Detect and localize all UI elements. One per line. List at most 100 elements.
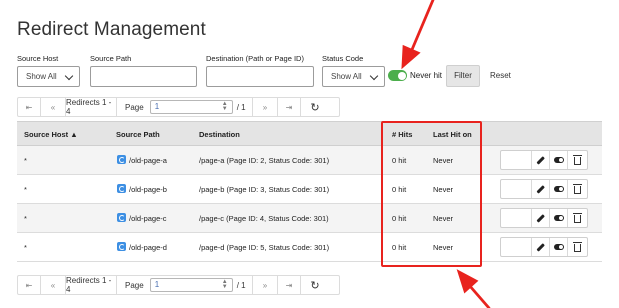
bottom-arrow-line bbox=[467, 283, 491, 308]
row-actions bbox=[500, 150, 588, 170]
toggle-icon bbox=[553, 244, 564, 250]
col-source-host[interactable]: Source Host ▲ bbox=[24, 130, 78, 139]
page-count: / 1 bbox=[236, 102, 246, 112]
pencil-icon bbox=[536, 213, 545, 223]
delete-button[interactable] bbox=[568, 180, 587, 198]
chevron-down-icon bbox=[369, 71, 379, 81]
delete-button[interactable] bbox=[568, 209, 587, 227]
first-page-button[interactable]: ⇤ bbox=[18, 98, 41, 116]
highlight-box bbox=[381, 121, 482, 267]
edit-button[interactable] bbox=[532, 151, 550, 169]
spinner-icon[interactable]: ▲ ▼ bbox=[222, 279, 228, 290]
edit-button[interactable] bbox=[532, 238, 550, 256]
pencil-icon bbox=[536, 184, 545, 194]
toggle-icon bbox=[553, 186, 564, 192]
pager-info: Redirects 1 - 4 bbox=[66, 276, 117, 294]
toggle-active-button[interactable] bbox=[550, 151, 568, 169]
trash-icon bbox=[573, 242, 582, 252]
cell-source-host: * bbox=[24, 243, 27, 252]
last-page-button[interactable]: ⇥ bbox=[278, 276, 301, 294]
status-code-label: Status Code bbox=[322, 54, 364, 63]
prev-page-button[interactable]: « bbox=[41, 276, 66, 294]
top-arrow-head-icon bbox=[401, 44, 421, 70]
col-source-path[interactable]: Source Path bbox=[116, 130, 160, 139]
row-actions bbox=[500, 237, 588, 257]
first-page-button[interactable]: ⇤ bbox=[18, 276, 41, 294]
page-number-value: 1 bbox=[154, 280, 160, 289]
row-actions bbox=[500, 179, 588, 199]
refresh-icon[interactable]: ↻ bbox=[301, 276, 329, 294]
action-spacer bbox=[501, 209, 532, 227]
filter-button[interactable]: Filter bbox=[446, 65, 480, 87]
toggle-active-button[interactable] bbox=[550, 180, 568, 198]
trash-icon bbox=[573, 155, 582, 165]
source-path-label: Source Path bbox=[90, 54, 132, 63]
redirects-table: Source Host ▲ Source Path Destination # … bbox=[17, 121, 602, 262]
row-actions bbox=[500, 208, 588, 228]
action-spacer bbox=[501, 180, 532, 198]
cell-source-host: * bbox=[24, 156, 27, 165]
pencil-icon bbox=[536, 155, 545, 165]
table-row: * /old-page-c /page-c (Page ID: 4, Statu… bbox=[17, 204, 602, 233]
toggle-active-button[interactable] bbox=[550, 238, 568, 256]
page-selector: Page 1 ▲ ▼ / 1 bbox=[117, 98, 253, 116]
cell-source-path: /old-page-b bbox=[129, 185, 167, 194]
next-page-button[interactable]: » bbox=[253, 276, 278, 294]
page-label: Page bbox=[125, 102, 144, 112]
link-icon[interactable] bbox=[117, 213, 126, 222]
last-page-button[interactable]: ⇥ bbox=[278, 98, 301, 116]
cell-destination: /page-c (Page ID: 4, Status Code: 301) bbox=[199, 214, 329, 223]
toggle-knob bbox=[397, 71, 406, 80]
table-row: * /old-page-d /page-d (Page ID: 5, Statu… bbox=[17, 233, 602, 262]
cell-destination: /page-d (Page ID: 5, Status Code: 301) bbox=[199, 243, 330, 252]
spinner-icon[interactable]: ▲ ▼ bbox=[222, 101, 228, 112]
page-number-input[interactable]: 1 ▲ ▼ bbox=[149, 278, 233, 292]
cell-source-path: /old-page-c bbox=[129, 214, 167, 223]
status-code-select-value: Show All bbox=[331, 72, 362, 81]
never-hit-label: Never hit bbox=[410, 71, 443, 80]
delete-button[interactable] bbox=[568, 238, 587, 256]
cell-source-host: * bbox=[24, 214, 27, 223]
page-number-input[interactable]: 1 ▲ ▼ bbox=[149, 100, 233, 114]
table-header: Source Host ▲ Source Path Destination # … bbox=[17, 121, 602, 146]
toggle-active-button[interactable] bbox=[550, 209, 568, 227]
cell-destination: /page-a (Page ID: 2, Status Code: 301) bbox=[199, 156, 330, 165]
page-label: Page bbox=[125, 280, 144, 290]
source-host-select[interactable]: Show All bbox=[17, 66, 80, 87]
refresh-icon[interactable]: ↻ bbox=[301, 98, 329, 116]
page-count: / 1 bbox=[236, 280, 246, 290]
toggle-icon bbox=[553, 215, 564, 221]
source-host-label: Source Host bbox=[17, 54, 59, 63]
source-host-select-value: Show All bbox=[26, 72, 57, 81]
pager-top: ⇤ « Redirects 1 - 4 Page 1 ▲ ▼ / 1 » ⇥ ↻ bbox=[17, 97, 340, 117]
page-selector: Page 1 ▲ ▼ / 1 bbox=[117, 276, 253, 294]
prev-page-button[interactable]: « bbox=[41, 98, 66, 116]
table-row: * /old-page-b /page-b (Page ID: 3, Statu… bbox=[17, 175, 602, 204]
cell-source-path: /old-page-a bbox=[129, 156, 167, 165]
edit-button[interactable] bbox=[532, 180, 550, 198]
destination-input[interactable] bbox=[206, 66, 314, 87]
reset-button[interactable]: Reset bbox=[490, 71, 511, 80]
trash-icon bbox=[573, 213, 582, 223]
cell-source-host: * bbox=[24, 185, 27, 194]
delete-button[interactable] bbox=[568, 151, 587, 169]
link-icon[interactable] bbox=[117, 184, 126, 193]
cell-source-path: /old-page-d bbox=[129, 243, 167, 252]
top-arrow-line bbox=[409, 0, 435, 54]
chevron-down-icon bbox=[64, 71, 74, 81]
edit-button[interactable] bbox=[532, 209, 550, 227]
status-code-select[interactable]: Show All bbox=[322, 66, 385, 87]
never-hit-toggle[interactable] bbox=[388, 70, 407, 81]
action-spacer bbox=[501, 151, 532, 169]
pager-bottom: ⇤ « Redirects 1 - 4 Page 1 ▲ ▼ / 1 » ⇥ ↻ bbox=[17, 275, 340, 295]
next-page-button[interactable]: » bbox=[253, 98, 278, 116]
col-destination[interactable]: Destination bbox=[199, 130, 240, 139]
destination-label: Destination (Path or Page ID) bbox=[206, 54, 304, 63]
link-icon[interactable] bbox=[117, 242, 126, 251]
page-number-value: 1 bbox=[154, 102, 160, 111]
pencil-icon bbox=[536, 242, 545, 252]
trash-icon bbox=[573, 184, 582, 194]
link-icon[interactable] bbox=[117, 155, 126, 164]
bottom-arrow-head-icon bbox=[456, 269, 479, 294]
source-path-input[interactable] bbox=[90, 66, 197, 87]
